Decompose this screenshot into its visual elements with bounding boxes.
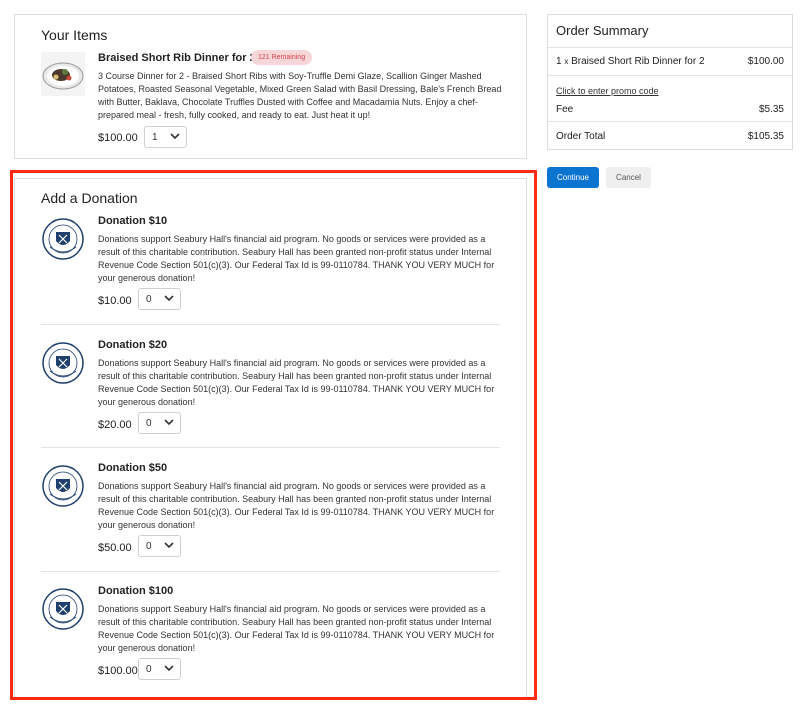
fee-value: $5.35 [758, 104, 784, 115]
chevron-down-icon [170, 133, 180, 140]
item-food-image [41, 52, 85, 96]
item-name: Braised Short Rib Dinner for 2 [98, 52, 256, 64]
item-price: $100.00 [98, 132, 138, 144]
item-description: 3 Course Dinner for 2 - Braised Short Ri… [98, 71, 502, 120]
remaining-badge: 121 Remaining [251, 50, 313, 65]
order-total-label: Order Total [556, 131, 606, 142]
summary-line-qty: 1 [556, 56, 562, 67]
order-summary-card: Order Summary 1 x Braised Short Rib Dinn… [547, 14, 793, 150]
summary-divider [548, 47, 792, 48]
summary-line-name: Braised Short Rib Dinner for 2 [571, 56, 705, 67]
order-summary-title: Order Summary [556, 23, 649, 38]
continue-button[interactable]: Continue [547, 167, 599, 188]
summary-line-item: 1 x Braised Short Rib Dinner for 2 [556, 56, 705, 67]
promo-code-link[interactable]: Click to enter promo code [556, 86, 659, 96]
cancel-button[interactable]: Cancel [606, 167, 651, 188]
your-items-card: Your Items Braised Short Rib Dinner for … [14, 14, 527, 159]
order-total-value: $105.35 [747, 131, 784, 142]
summary-line-price: $100.00 [747, 56, 784, 67]
fee-label: Fee [556, 104, 574, 115]
donation-highlight-box [10, 170, 537, 700]
summary-divider [548, 75, 792, 76]
summary-line-x: x [564, 57, 569, 66]
item-quantity-select[interactable]: 1 [144, 126, 187, 148]
your-items-title: Your Items [41, 27, 108, 43]
summary-divider [548, 121, 792, 122]
quantity-value: 1 [152, 132, 158, 143]
